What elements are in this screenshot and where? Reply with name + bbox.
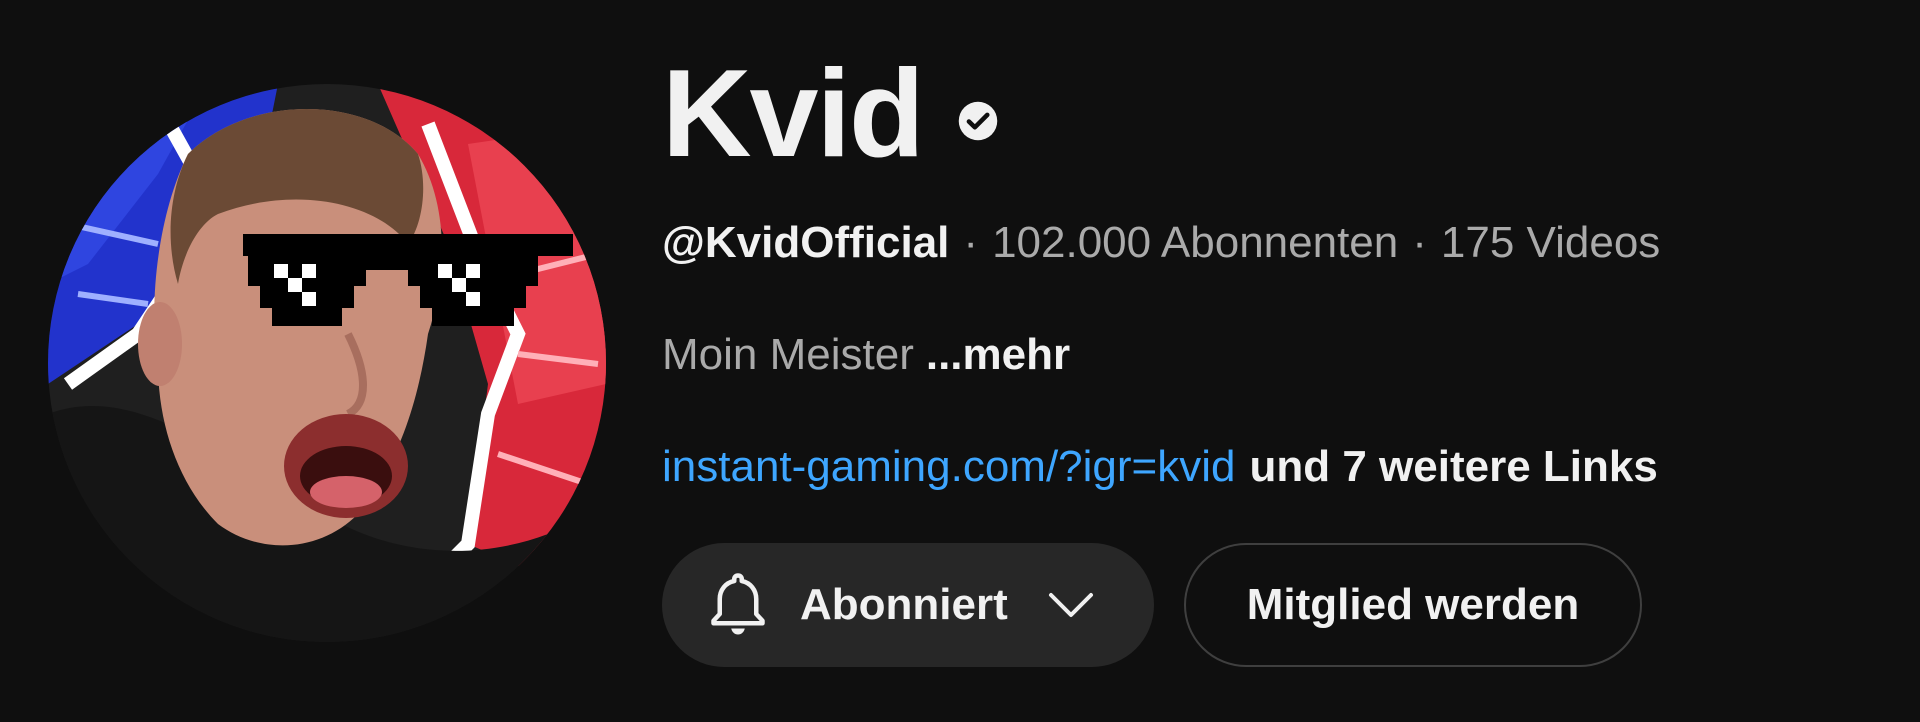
subscriber-count: 102.000 Abonnenten [992, 218, 1399, 267]
subscribed-button[interactable]: Abonniert [662, 543, 1154, 667]
video-count: 175 Videos [1440, 218, 1661, 267]
action-buttons: Abonniert Mitglied werden [662, 543, 1642, 667]
channel-links: instant-gaming.com/?igr=kvid und 7 weiter… [662, 442, 1658, 492]
channel-title-row: Kvid [662, 52, 999, 176]
primary-link[interactable]: instant-gaming.com/?igr=kvid [662, 442, 1235, 491]
channel-avatar[interactable] [48, 84, 606, 642]
channel-info: Kvid @KvidOfficial · 102.000 Abonnenten · 17… [662, 0, 1862, 722]
meta-separator: · [1412, 218, 1427, 267]
channel-meta: @KvidOfficial · 102.000 Abonnenten · 175 Vid… [662, 218, 1660, 268]
bell-icon [711, 573, 765, 635]
verified-check-icon [958, 101, 997, 141]
more-links-link[interactable]: und 7 weitere Links [1249, 442, 1657, 491]
description-text: Moin Meister [662, 330, 914, 379]
channel-name: Kvid [662, 45, 925, 183]
channel-description[interactable]: Moin Meister ...mehr [662, 330, 1070, 380]
description-more-link[interactable]: ...mehr [926, 330, 1070, 379]
join-button[interactable]: Mitglied werden [1184, 543, 1642, 667]
subscribed-label: Abonniert [800, 580, 1008, 629]
channel-handle: @KvidOfficial [662, 218, 950, 267]
meta-separator: · [963, 218, 979, 267]
chevron-down-icon [1048, 593, 1093, 617]
join-label: Mitglied werden [1246, 580, 1580, 629]
